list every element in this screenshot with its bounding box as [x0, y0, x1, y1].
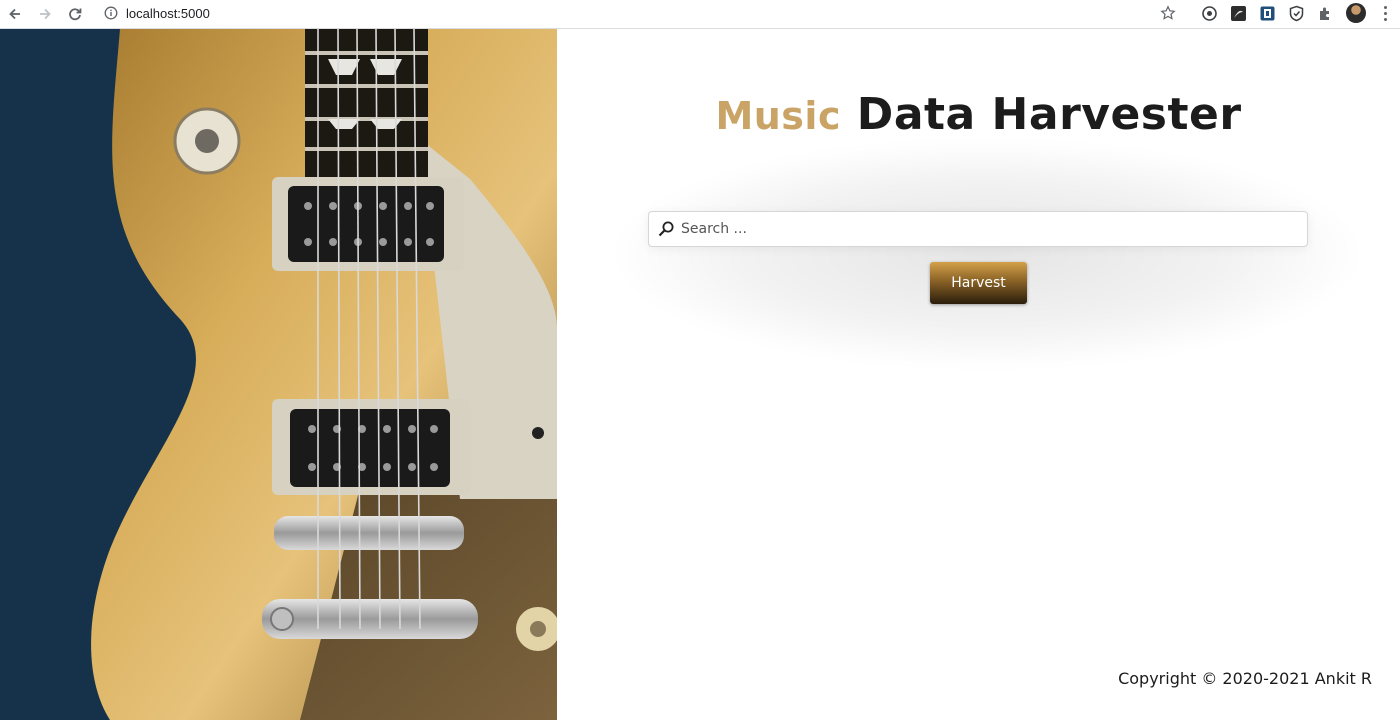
arrow-left-icon: [9, 8, 20, 20]
extension-1-button[interactable]: [1201, 5, 1218, 22]
info-icon[interactable]: [104, 6, 118, 20]
title-main: Data Harvester: [840, 89, 1242, 140]
url-text[interactable]: localhost:5000: [126, 6, 210, 21]
title-accent: Music: [715, 94, 841, 138]
browser-toolbar: localhost:5000: [0, 0, 1400, 29]
guitar-hero-image: [0, 29, 557, 720]
puzzle-icon: [1320, 7, 1329, 20]
back-button[interactable]: [4, 3, 26, 25]
search-glow: [607, 139, 1367, 369]
arrow-right-icon: [40, 8, 51, 20]
reload-button[interactable]: [64, 3, 86, 25]
extension-3-icon: [1260, 6, 1275, 20]
avatar[interactable]: [1346, 3, 1366, 23]
main-content: Music Data Harvester Harvest Copyright ©…: [557, 29, 1400, 720]
reload-icon: [69, 8, 82, 21]
search-input[interactable]: [681, 212, 1307, 246]
copyright-text: Copyright © 2020-2021 Ankit R: [1118, 669, 1372, 688]
extension-tray: [1201, 3, 1392, 23]
kebab-menu-icon[interactable]: [1378, 4, 1392, 22]
pdf-extension-button[interactable]: [1230, 5, 1247, 22]
search-icon: [658, 221, 674, 237]
shield-extension-button[interactable]: [1288, 5, 1305, 22]
harvest-button[interactable]: Harvest: [930, 262, 1027, 304]
shield-extension-icon: [1289, 5, 1304, 21]
extension-1-icon: [1202, 5, 1217, 21]
star-icon[interactable]: [1160, 5, 1176, 21]
extensions-button[interactable]: [1317, 5, 1334, 22]
extension-3-button[interactable]: [1259, 5, 1276, 22]
page-title: Music Data Harvester: [557, 87, 1400, 144]
address-bar[interactable]: localhost:5000: [98, 2, 1186, 24]
search-box[interactable]: [648, 211, 1308, 247]
pdf-extension-icon: [1231, 5, 1246, 21]
forward-button[interactable]: [34, 3, 56, 25]
guitar-illustration: [0, 29, 557, 720]
